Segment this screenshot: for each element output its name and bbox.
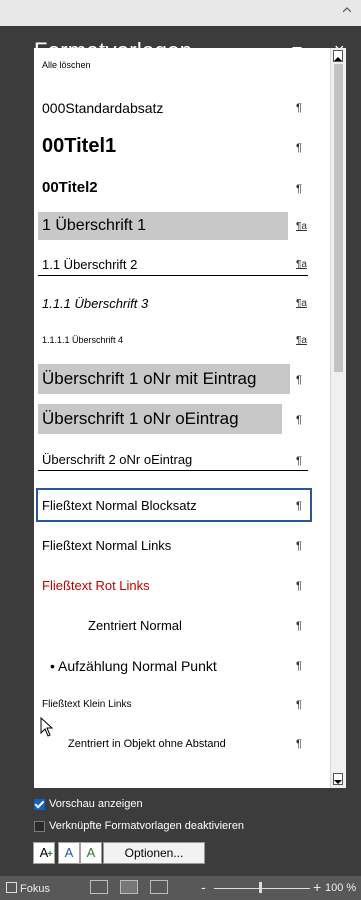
- style-item-titel2[interactable]: 00Titel2 ¶: [34, 174, 330, 202]
- style-label: Überschrift 1 oNr mit Eintrag: [42, 369, 257, 388]
- scroll-down-icon: [334, 780, 342, 784]
- style-item-clear-all[interactable]: Alle löschen: [34, 58, 330, 78]
- style-label: 000Standardabsatz: [42, 100, 164, 116]
- style-inspector-icon: A: [64, 845, 74, 860]
- preview-checkbox[interactable]: [34, 799, 45, 810]
- heading-underline: [38, 275, 308, 276]
- paragraph-mark-icon: ¶: [296, 738, 302, 750]
- style-item-aufzaehlung-normal-punkt[interactable]: • Aufzählung Normal Punkt ¶: [34, 654, 330, 678]
- style-item-fliesstext-normal-links[interactable]: Fließtext Normal Links ¶: [34, 534, 330, 558]
- paragraph-mark-icon: ¶: [296, 699, 302, 711]
- style-label: 1.1 Überschrift 2: [42, 257, 138, 272]
- style-item-titel1[interactable]: 00Titel1 ¶: [34, 130, 330, 164]
- scroll-down-button[interactable]: [333, 773, 343, 785]
- paragraph-mark-icon: ¶: [296, 374, 302, 386]
- new-style-button[interactable]: A +: [33, 842, 55, 864]
- web-layout-view-button[interactable]: [150, 880, 168, 894]
- zoom-level[interactable]: 100 %: [325, 882, 356, 894]
- paragraph-mark-icon: ¶: [296, 414, 302, 426]
- paragraph-mark-icon: ¶: [296, 183, 302, 195]
- focus-label: Fokus: [20, 883, 50, 895]
- styles-list-scrollbar[interactable]: [330, 48, 346, 788]
- style-item-ueberschrift-4[interactable]: 1.1.1.1 Überschrift 4 ¶a: [34, 330, 330, 352]
- style-item-fliesstext-rot-links[interactable]: Fließtext Rot Links ¶: [34, 574, 330, 598]
- style-label: 00Titel1: [42, 135, 117, 157]
- paragraph-mark-icon: ¶: [296, 500, 302, 512]
- linked-style-mark-icon: ¶a: [296, 335, 307, 346]
- zoom-slider-track[interactable]: [214, 888, 310, 889]
- style-label: Fließtext Normal Blocksatz: [42, 498, 197, 513]
- manage-styles-button[interactable]: A: [80, 842, 102, 864]
- style-item-standardabsatz[interactable]: 000Standardabsatz ¶: [34, 96, 330, 120]
- heading-underline: [38, 470, 308, 471]
- scroll-up-icon: [334, 57, 342, 61]
- collapse-ribbon-icon[interactable]: [343, 6, 351, 14]
- zoom-slider-handle[interactable]: [259, 882, 262, 893]
- style-label: 1.1.1 Überschrift 3: [42, 296, 149, 311]
- scroll-up-button[interactable]: [333, 50, 343, 62]
- style-label: Überschrift 2 oNr oEintrag: [42, 452, 193, 467]
- manage-styles-icon: A: [86, 845, 96, 860]
- style-item-fliesstext-klein-links[interactable]: Fließtext Klein Links ¶: [34, 694, 330, 716]
- mouse-cursor-icon: [40, 717, 54, 737]
- style-label: 1 Überschrift 1: [42, 217, 147, 234]
- style-label: Fließtext Rot Links: [42, 578, 150, 593]
- ribbon-strip: [0, 0, 361, 26]
- disable-linked-styles-label: Verknüpfte Formatvorlagen deaktivieren: [49, 820, 245, 832]
- style-item-ueberschrift-3[interactable]: 1.1.1 Überschrift 3 ¶a: [34, 292, 330, 316]
- style-label: Fließtext Normal Links: [42, 538, 172, 553]
- linked-style-mark-icon: ¶a: [296, 298, 307, 309]
- linked-style-mark-icon: ¶a: [296, 259, 307, 270]
- paragraph-mark-icon: ¶: [296, 455, 302, 467]
- disable-linked-styles-checkbox[interactable]: [34, 821, 45, 832]
- preview-label: Vorschau anzeigen: [49, 798, 143, 810]
- style-label: Alle löschen: [42, 60, 91, 70]
- style-label: Zentriert Normal: [88, 618, 182, 633]
- zoom-in-button[interactable]: +: [313, 879, 321, 895]
- style-label: 1.1.1.1 Überschrift 4: [42, 335, 124, 345]
- style-label: • Aufzählung Normal Punkt: [50, 658, 217, 674]
- paragraph-mark-icon: ¶: [296, 102, 302, 114]
- style-label: Überschrift 1 oNr oEintrag: [42, 409, 239, 428]
- paragraph-mark-icon: ¶: [296, 142, 302, 154]
- style-item-ueberschrift-2-onr-oeintrag[interactable]: Überschrift 2 oNr oEintrag ¶: [34, 446, 330, 474]
- print-layout-view-button[interactable]: [120, 880, 138, 894]
- plus-icon: +: [47, 849, 53, 860]
- style-item-ueberschrift-1[interactable]: 1 Überschrift 1 ¶a: [34, 212, 330, 240]
- paragraph-mark-icon: ¶: [296, 620, 302, 632]
- paragraph-mark-icon: ¶: [296, 540, 302, 552]
- linked-style-mark-icon: ¶a: [296, 221, 307, 232]
- style-inspector-button[interactable]: A: [58, 842, 80, 864]
- style-label: Zentriert in Objekt ohne Abstand: [68, 738, 226, 750]
- styles-list[interactable]: Alle löschen 000Standardabsatz ¶ 00Titel…: [34, 48, 330, 788]
- paragraph-mark-icon: ¶: [296, 580, 302, 592]
- style-item-ueberschrift-1-onr-oeintrag[interactable]: Überschrift 1 oNr oEintrag ¶: [34, 404, 330, 434]
- style-label: Fließtext Klein Links: [42, 699, 132, 710]
- style-item-ueberschrift-2[interactable]: 1.1 Überschrift 2 ¶a: [34, 252, 330, 278]
- scrollbar-thumb[interactable]: [334, 64, 343, 372]
- focus-mode-button[interactable]: Fokus: [6, 882, 50, 895]
- zoom-out-button[interactable]: -: [201, 879, 206, 895]
- read-mode-view-button[interactable]: [90, 880, 108, 894]
- style-item-zentriert-in-objekt[interactable]: Zentriert in Objekt ohne Abstand ¶: [34, 732, 330, 756]
- options-button[interactable]: Optionen...: [103, 842, 205, 864]
- status-bar: Fokus - + 100 %: [0, 876, 361, 900]
- style-item-fliesstext-normal-blocksatz[interactable]: Fließtext Normal Blocksatz ¶: [34, 488, 330, 522]
- focus-icon: [6, 882, 17, 893]
- style-label: 00Titel2: [42, 179, 98, 196]
- paragraph-mark-icon: ¶: [296, 660, 302, 672]
- styles-list-box: Alle löschen 000Standardabsatz ¶ 00Titel…: [34, 48, 346, 788]
- style-item-ueberschrift-1-onr-mit-eintrag[interactable]: Überschrift 1 oNr mit Eintrag ¶: [34, 364, 330, 394]
- style-item-zentriert-normal[interactable]: Zentriert Normal ¶: [34, 614, 330, 638]
